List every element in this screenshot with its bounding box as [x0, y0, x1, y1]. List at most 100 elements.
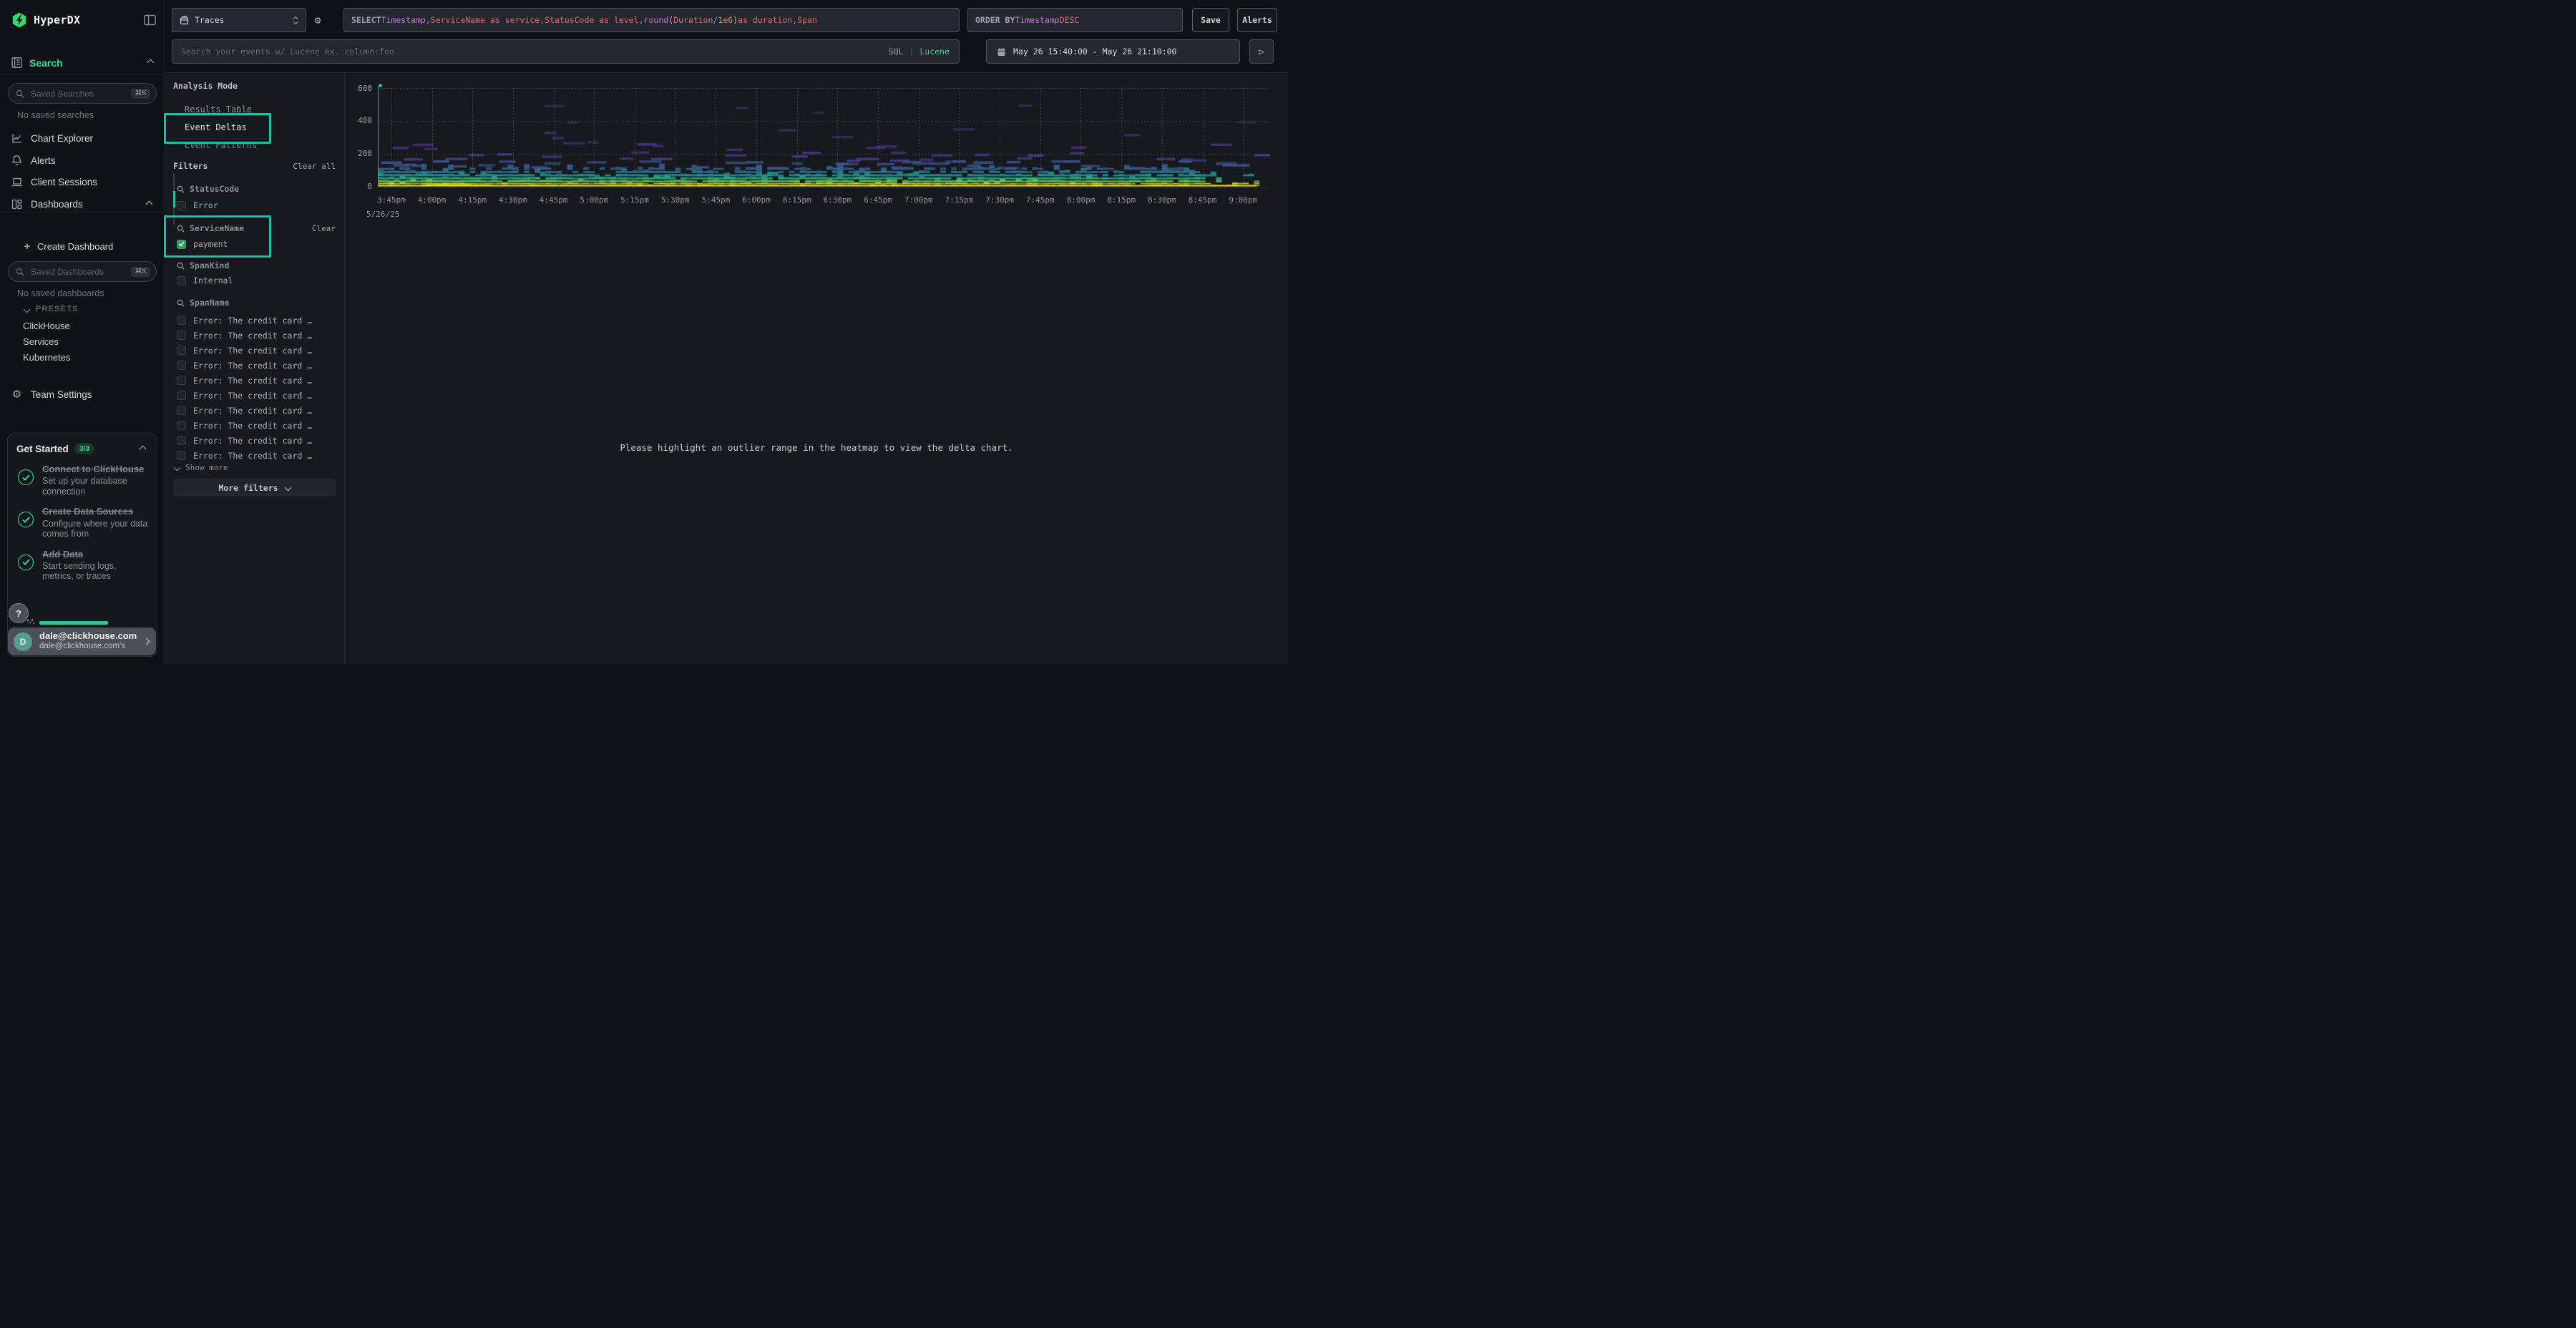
more-filters-button[interactable]: More filters — [173, 479, 336, 497]
checkbox-spanname[interactable] — [177, 331, 186, 340]
saved-searches-input[interactable] — [29, 88, 126, 99]
get-started-item[interactable]: Create Data Sources Configure where your… — [16, 506, 148, 539]
sql-token: , — [639, 15, 644, 25]
mode-results-table[interactable]: Results Table — [185, 100, 252, 118]
mode-event-patterns[interactable]: Event Patterns — [185, 136, 257, 154]
x-tick-label: 6:15pm — [783, 195, 811, 205]
x-tick-label: 8:15pm — [1107, 195, 1136, 205]
laptop-icon — [11, 177, 23, 187]
party-icon — [26, 618, 35, 628]
checkbox-spanname[interactable] — [177, 436, 186, 445]
alerts-button[interactable]: Alerts — [1237, 8, 1277, 32]
checkbox-spanname[interactable] — [177, 421, 186, 430]
x-tick-label: 4:30pm — [499, 195, 527, 205]
source-settings-gear-icon[interactable]: ⚙ — [309, 11, 326, 29]
checkbox-error[interactable] — [177, 201, 186, 210]
run-query-button[interactable]: ▷ — [1249, 39, 1274, 64]
collapse-sidebar-icon[interactable] — [144, 14, 156, 26]
saved-dashboards-input[interactable] — [29, 266, 126, 278]
filter-item-label: Error: The credit card … — [193, 421, 312, 431]
sql-token: Duration — [673, 15, 713, 25]
preset-clickhouse[interactable]: ClickHouse — [23, 321, 70, 331]
checkbox-payment[interactable] — [177, 240, 186, 249]
mode-event-deltas[interactable]: Event Deltas — [185, 118, 247, 136]
filters-label: Filters — [173, 161, 208, 171]
spanname-filter-item[interactable]: Error: The credit card … — [177, 373, 340, 388]
x-tick-label: 5:30pm — [661, 195, 690, 205]
spanname-filter-item[interactable]: Error: The credit card … — [177, 343, 340, 358]
chevron-up-icon[interactable] — [140, 445, 147, 452]
sidebar-item-client-sessions[interactable]: Client Sessions — [0, 171, 165, 192]
preset-kubernetes[interactable]: Kubernetes — [23, 352, 71, 363]
filter-item-label: Error: The credit card … — [193, 331, 312, 341]
filter-item-label: Error: The credit card … — [193, 316, 312, 326]
mode-rail-active — [173, 191, 175, 208]
checkbox-spanname[interactable] — [177, 391, 186, 400]
checkbox-internal[interactable] — [177, 276, 186, 285]
time-range-picker[interactable]: May 26 15:40:00 - May 26 21:10:00 — [986, 39, 1240, 64]
save-button[interactable]: Save — [1192, 8, 1229, 32]
sql-token: StatusCode as level — [545, 15, 639, 25]
preset-services[interactable]: Services — [23, 336, 59, 347]
checkbox-spanname[interactable] — [177, 376, 186, 385]
checkbox-spanname[interactable] — [177, 346, 186, 355]
sidebar-item-chart-explorer[interactable]: Chart Explorer — [0, 127, 165, 149]
clear-all-link[interactable]: Clear all — [293, 162, 336, 171]
language-sql-toggle[interactable]: SQL — [889, 47, 904, 57]
search-section-header[interactable]: Search — [11, 57, 153, 69]
spanname-filter-item[interactable]: Error: The credit card … — [177, 418, 340, 433]
sql-token: , — [426, 15, 431, 25]
filter-item-label: Error: The credit card … — [193, 451, 312, 461]
sidebar-item-alerts[interactable]: Alerts — [0, 150, 165, 171]
filter-panel: Analysis Mode Results Table Event Deltas… — [165, 72, 345, 664]
help-button[interactable]: ? — [9, 603, 29, 623]
filter-item-internal[interactable]: Internal — [177, 275, 233, 285]
search-input[interactable] — [172, 39, 960, 64]
presets-toggle[interactable]: PRESETS — [24, 305, 79, 313]
checkbox-spanname[interactable] — [177, 316, 186, 325]
sql-token: SELECT — [351, 15, 381, 25]
spanname-filter-item[interactable]: Error: The credit card … — [177, 313, 340, 328]
chevron-down-icon — [174, 464, 181, 472]
sql-select-editor[interactable]: SELECT Timestamp, ServiceName as service… — [343, 8, 960, 32]
sidebar-item-team-settings[interactable]: ⚙ Team Settings — [0, 384, 165, 405]
user-menu[interactable]: D dale@clickhouse.com dale@clickhouse.co… — [8, 628, 156, 655]
show-more-link[interactable]: Show more — [175, 463, 228, 472]
get-started-partial-item — [26, 618, 108, 628]
source-select[interactable]: Traces — [172, 8, 306, 32]
filter-item-error[interactable]: Error — [177, 200, 218, 210]
get-started-item[interactable]: Connect to ClickHouse Set up your databa… — [16, 464, 148, 497]
checkbox-spanname[interactable] — [177, 406, 186, 415]
user-email: dale@clickhouse.com — [39, 631, 137, 642]
get-started-item[interactable]: Add Data Start sending logs, metrics, or… — [16, 549, 148, 582]
spanname-filter-item[interactable]: Error: The credit card … — [177, 358, 340, 373]
saved-dashboards-search[interactable]: ⌘K — [8, 261, 157, 282]
hyperdx-logo-icon — [11, 12, 27, 28]
clear-servicename-link[interactable]: Clear — [312, 224, 336, 233]
spanname-filter-item[interactable]: Error: The credit card … — [177, 433, 340, 448]
spanname-filter-item[interactable]: Error: The credit card … — [177, 403, 340, 418]
sql-token: ) — [733, 15, 738, 25]
spanname-filter-item[interactable]: Error: The credit card … — [177, 448, 340, 463]
avatar: D — [14, 633, 32, 651]
y-tick-label: 600 — [345, 84, 372, 93]
checkbox-spanname[interactable] — [177, 361, 186, 370]
spanname-filter-item[interactable]: Error: The credit card … — [177, 388, 340, 403]
search-icon — [16, 89, 24, 98]
create-dashboard-button[interactable]: + Create Dashboard — [0, 235, 165, 257]
language-lucene-toggle[interactable]: Lucene — [919, 47, 950, 57]
order-by-editor[interactable]: ORDER BY Timestamp DESC — [967, 8, 1183, 32]
sql-token: Span — [797, 15, 817, 25]
checkbox-spanname[interactable] — [177, 451, 186, 460]
filter-item-payment[interactable]: payment — [177, 239, 228, 249]
analysis-mode-label: Analysis Mode — [173, 81, 238, 91]
search-icon — [16, 268, 24, 276]
check-circle-icon — [18, 512, 34, 527]
sql-token: 1e6 — [718, 15, 733, 25]
get-started-title: Get Started — [16, 444, 69, 454]
saved-searches-search[interactable]: ⌘K — [8, 83, 157, 104]
duration-heatmap[interactable] — [378, 82, 1270, 187]
database-icon — [180, 16, 189, 25]
x-tick-label: 4:45pm — [540, 195, 568, 205]
spanname-filter-item[interactable]: Error: The credit card … — [177, 328, 340, 343]
